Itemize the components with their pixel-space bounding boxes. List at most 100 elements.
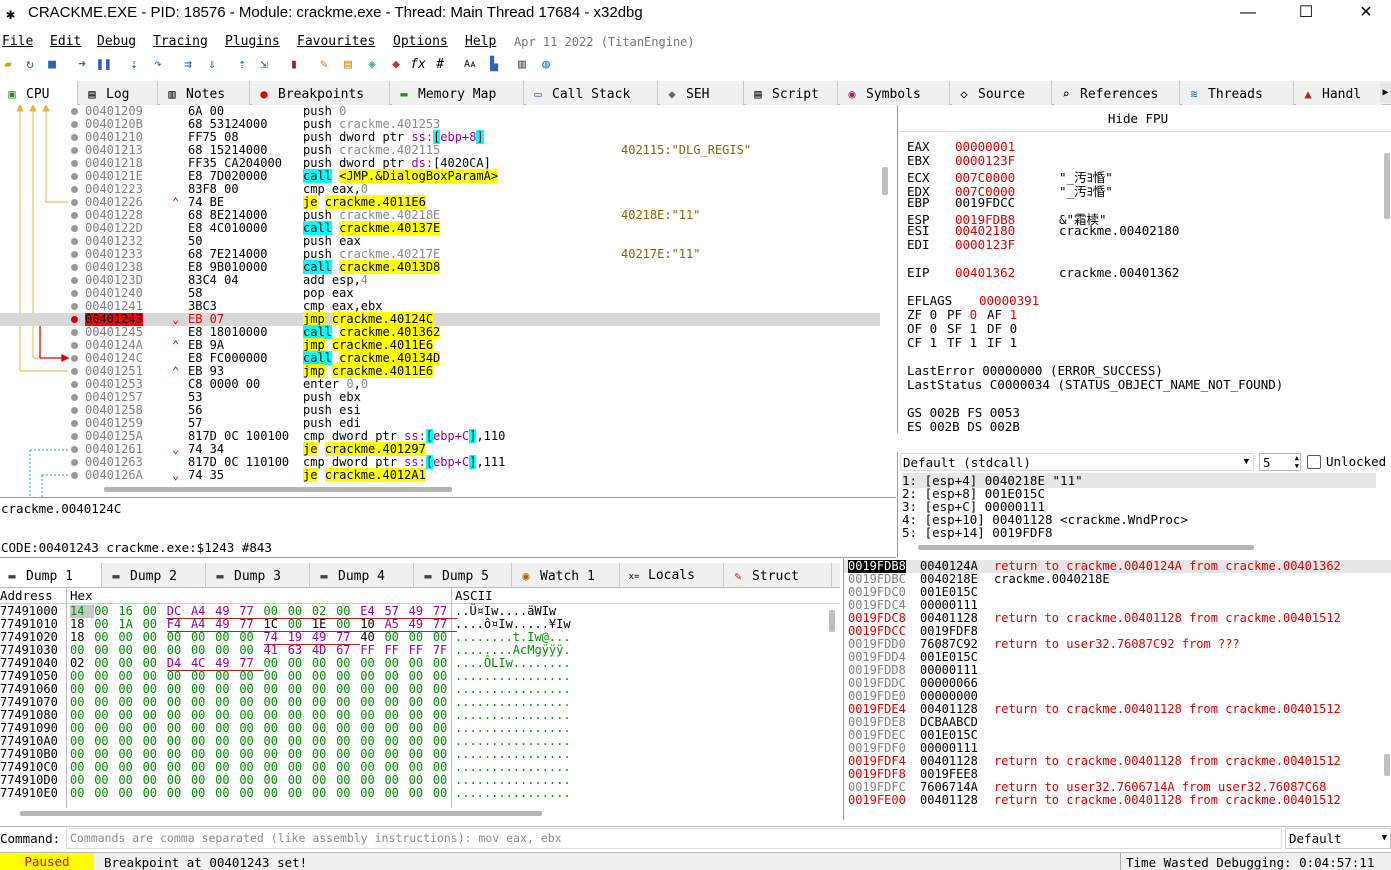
hash-icon[interactable]: # bbox=[432, 57, 448, 73]
arg-count-spinner[interactable]: 5 ▲ ▼ bbox=[1259, 453, 1301, 471]
registers-panel[interactable]: Hide FPU EAX 00000001 EBX 0000123F ECX 007C00… bbox=[897, 105, 1391, 433]
breakpoint-dot[interactable] bbox=[71, 147, 78, 154]
tab-seh[interactable]: ◆ SEH bbox=[660, 81, 744, 105]
tab-scroll-right-button[interactable]: ▶ bbox=[1380, 83, 1391, 103]
tab-dump-1[interactable]: ▬ Dump 1 bbox=[0, 563, 102, 587]
breakpoint-dot[interactable] bbox=[71, 264, 78, 271]
tab-memory-map[interactable]: ▬ Memory Map bbox=[392, 81, 524, 105]
menu-tracing[interactable]: Tracing bbox=[153, 34, 208, 49]
pause-icon[interactable]: ❚❚ bbox=[96, 57, 112, 73]
flag-value[interactable]: 1 bbox=[1010, 307, 1018, 322]
breakpoint-dot[interactable] bbox=[71, 251, 78, 258]
breakpoint-dot[interactable] bbox=[71, 290, 78, 297]
execute-till-return-icon[interactable]: ⇡ bbox=[234, 57, 250, 73]
globe-icon[interactable]: ◍ bbox=[538, 57, 554, 73]
flag-value[interactable]: 1 bbox=[970, 335, 978, 350]
menu-plugins[interactable]: Plugins bbox=[225, 34, 280, 49]
breakpoint-dot[interactable] bbox=[71, 381, 78, 388]
breakpoint-dot[interactable] bbox=[71, 394, 78, 401]
tab-handles[interactable]: ▲ Handl bbox=[1296, 81, 1382, 105]
menu-favourites[interactable]: Favourites bbox=[297, 34, 375, 49]
bookmarks-icon[interactable]: ◆ bbox=[388, 57, 404, 73]
menu-file[interactable]: File bbox=[2, 34, 33, 49]
stack-view[interactable]: 0019FDB8 0040124A return to crackme.004012… bbox=[843, 559, 1391, 820]
disassembly-view[interactable]: 00401209 6A 00 push 0 0040120B 68 53124000 pu… bbox=[0, 105, 896, 498]
flag-value[interactable]: 0 bbox=[930, 321, 938, 336]
flag-value[interactable]: 0 bbox=[1010, 321, 1018, 336]
tab-call-stack[interactable]: ▭ Call Stack bbox=[526, 81, 658, 105]
breakpoint-dot[interactable] bbox=[71, 277, 78, 284]
flag-value[interactable]: 1 bbox=[970, 321, 978, 336]
breakpoint-dot[interactable] bbox=[71, 186, 78, 193]
tab-log[interactable]: ▤ Log bbox=[80, 81, 158, 105]
tab-dump-2[interactable]: ▬ Dump 2 bbox=[104, 563, 206, 587]
tab-watch-1[interactable]: ◉ Watch 1 bbox=[514, 563, 620, 587]
disasm-row[interactable]: 0040126A ⌄ 74 35 je crackme.4012A1 bbox=[0, 468, 880, 482]
tab-dump-5[interactable]: ▬ Dump 5 bbox=[416, 563, 512, 587]
trace-over-icon[interactable]: ⇓ bbox=[204, 57, 220, 73]
tab-cpu[interactable]: ▣ CPU bbox=[0, 81, 78, 105]
disasm-scrollbar-v[interactable] bbox=[882, 167, 888, 195]
tab-threads[interactable]: ≋ Threads bbox=[1182, 81, 1294, 105]
unlocked-checkbox[interactable] bbox=[1307, 455, 1321, 469]
disasm-scrollbar-h[interactable] bbox=[104, 487, 452, 492]
breakpoint-dot[interactable] bbox=[71, 472, 78, 479]
call-arg-row[interactable]: 5: [esp+14] 0019FDF8 bbox=[902, 525, 1053, 540]
regs-scrollbar-v[interactable] bbox=[1384, 153, 1390, 219]
breakpoint-dot[interactable] bbox=[71, 355, 78, 362]
stack-row[interactable]: 0019FE00 00401128 return to crackme.004011… bbox=[844, 794, 1391, 807]
labels-icon[interactable]: ◈ bbox=[364, 57, 380, 73]
breakpoint-dot[interactable] bbox=[71, 121, 78, 128]
register-value[interactable]: 0000123F bbox=[955, 237, 1059, 252]
breakpoint-dot[interactable] bbox=[71, 459, 78, 466]
menu-edit[interactable]: Edit bbox=[50, 34, 81, 49]
tab-source[interactable]: ◇ Source bbox=[952, 81, 1052, 105]
register-value[interactable]: 00401362 bbox=[955, 265, 1059, 280]
register-value[interactable]: 00402180 bbox=[955, 223, 1059, 238]
breakpoint-dot[interactable] bbox=[71, 212, 78, 219]
breakpoint-dot[interactable] bbox=[71, 342, 78, 349]
tab-notes[interactable]: ▥ Notes bbox=[160, 81, 250, 105]
hide-fpu-button[interactable]: Hide FPU bbox=[898, 111, 1378, 126]
tab-symbols[interactable]: ◉ Symbols bbox=[840, 81, 950, 105]
breakpoint-dot[interactable] bbox=[71, 316, 78, 323]
flag-value[interactable]: 1 bbox=[1010, 335, 1018, 350]
scylla-icon[interactable]: ▮ bbox=[286, 57, 302, 73]
breakpoint-dot[interactable] bbox=[71, 433, 78, 440]
menu-debug[interactable]: Debug bbox=[97, 34, 136, 49]
breakpoint-dot[interactable] bbox=[71, 173, 78, 180]
close-button[interactable]: ✕ bbox=[1343, 0, 1389, 28]
command-input[interactable]: Commands are comma separated (like assem… bbox=[66, 828, 1282, 849]
breakpoint-dot[interactable] bbox=[71, 134, 78, 141]
tab-dump-3[interactable]: ▬ Dump 3 bbox=[208, 563, 310, 587]
tab-struct[interactable]: ✎ Struct bbox=[726, 563, 832, 587]
breakpoint-dot[interactable] bbox=[71, 238, 78, 245]
register-value[interactable]: 0000123F bbox=[955, 153, 1059, 168]
breakpoint-dot[interactable] bbox=[71, 108, 78, 115]
menu-options[interactable]: Options bbox=[393, 34, 448, 49]
breakpoint-dot[interactable] bbox=[71, 407, 78, 414]
tab-script[interactable]: ▤ Script bbox=[746, 81, 838, 105]
tab-breakpoints[interactable]: ● Breakpoints bbox=[252, 81, 390, 105]
dump-scrollbar-v[interactable] bbox=[829, 610, 835, 632]
command-mode-select[interactable]: Default ▼ bbox=[1285, 828, 1391, 849]
breakpoint-dot[interactable] bbox=[71, 160, 78, 167]
register-value[interactable]: 00000391 bbox=[979, 293, 1039, 308]
dump-row[interactable]: 774910E0 00 00 00 00 00 00 00 00 00 00 00 00 00 00 00 00… bbox=[0, 787, 840, 800]
breakpoint-dot[interactable] bbox=[71, 225, 78, 232]
register-value[interactable]: 0019FDCC bbox=[955, 195, 1059, 210]
dump-scrollbar-h[interactable] bbox=[20, 811, 542, 816]
flag-value[interactable]: 0 bbox=[930, 307, 938, 322]
step-over-icon[interactable]: ↷ bbox=[150, 57, 166, 73]
log-panel-icon[interactable]: ▥ bbox=[514, 57, 530, 73]
patch-icon[interactable]: ✎ bbox=[316, 57, 332, 73]
stack-scrollbar-v[interactable] bbox=[1384, 754, 1390, 776]
stop-icon[interactable]: ■ bbox=[44, 57, 60, 73]
args-scrollbar-h[interactable] bbox=[918, 545, 1254, 550]
tab-locals[interactable]: x= Locals bbox=[622, 563, 724, 587]
breakpoint-dot[interactable] bbox=[71, 303, 78, 310]
tab-dump-4[interactable]: ▬ Dump 4 bbox=[312, 563, 414, 587]
calls-icon[interactable]: ▙ bbox=[486, 57, 502, 73]
breakpoint-dot[interactable] bbox=[71, 446, 78, 453]
breakpoint-dot[interactable] bbox=[71, 368, 78, 375]
